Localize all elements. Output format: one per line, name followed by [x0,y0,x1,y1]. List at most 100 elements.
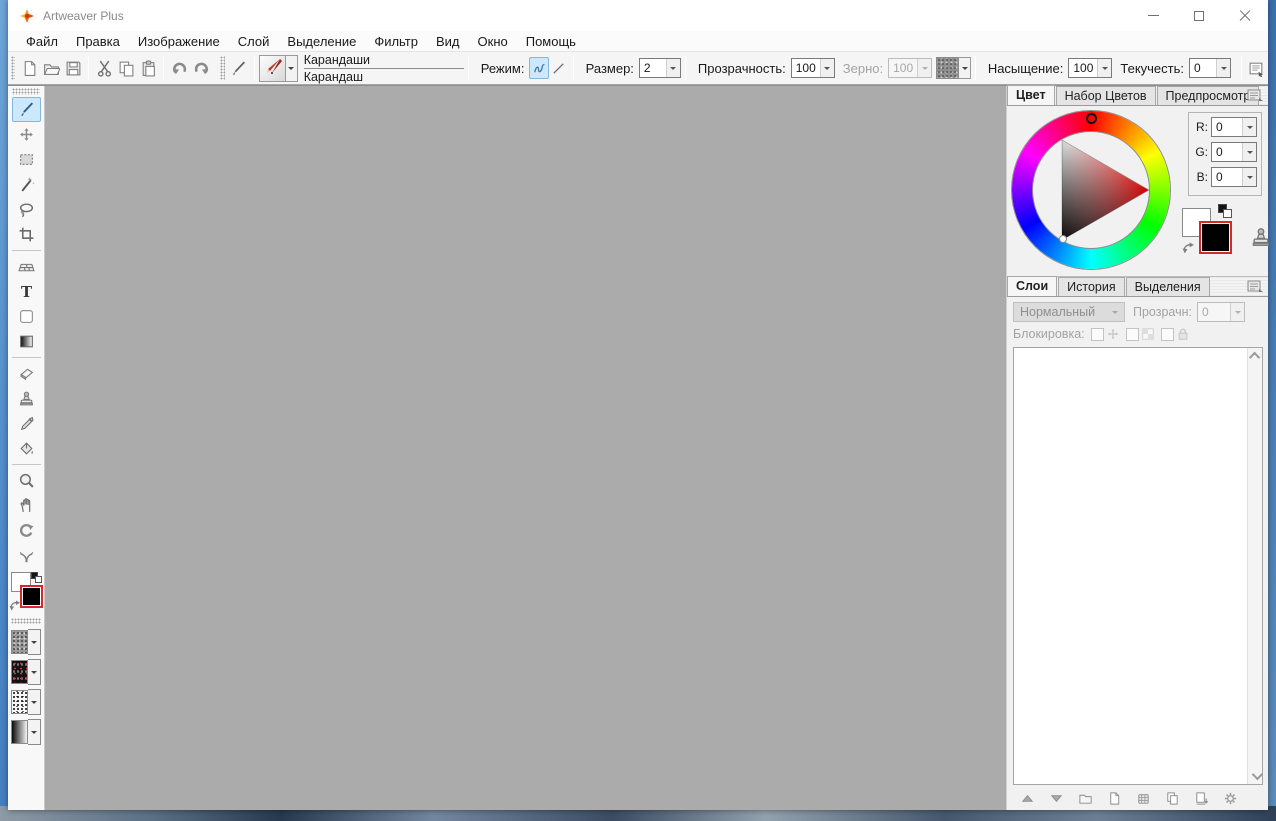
scroll-up-button[interactable] [1248,348,1263,364]
size-value[interactable]: 2 [640,59,666,77]
menu-select[interactable]: Выделение [278,32,365,51]
menu-filter[interactable]: Фильтр [365,32,427,51]
b-combo[interactable]: 0 [1211,167,1257,187]
saturation-combo[interactable]: 100 [1068,58,1112,78]
copy-button[interactable] [115,56,137,81]
saturation-value[interactable]: 100 [1069,59,1097,77]
hue-cursor[interactable] [1086,113,1097,124]
clone-stamp-tool[interactable] [12,386,41,411]
opacity-combo[interactable]: 100 [791,58,835,78]
opacity-value[interactable]: 100 [792,59,820,77]
r-dropdown-arrow[interactable] [1242,118,1256,136]
rotate-view-tool[interactable] [12,518,41,543]
menu-layer[interactable]: Слой [229,32,279,51]
pattern-dropdown-arrow[interactable] [28,659,41,685]
close-button[interactable] [1222,0,1268,31]
layers-list[interactable] [1013,347,1263,785]
layers-panel-menu-icon[interactable] [1247,280,1264,293]
flow-dropdown-arrow[interactable] [1216,59,1230,77]
g-dropdown-arrow[interactable] [1242,143,1256,161]
menu-file[interactable]: Файл [17,32,67,51]
spray-dropdown-arrow[interactable] [28,689,41,715]
swap-colors-icon[interactable] [1182,242,1195,255]
scroll-down-button[interactable] [1248,768,1263,784]
minimize-button[interactable] [1130,0,1176,31]
color-panel-menu-icon[interactable] [1247,89,1264,102]
pattern-preview[interactable] [11,660,28,684]
layer-move-down-button[interactable] [1046,789,1066,807]
zoom-tool[interactable] [12,468,41,493]
canvas-area[interactable] [45,86,1006,810]
menu-edit[interactable]: Правка [67,32,129,51]
opacity-dropdown-arrow[interactable] [820,59,834,77]
maximize-button[interactable] [1176,0,1222,31]
spray-preview[interactable] [11,690,28,714]
brush-tool[interactable] [12,97,41,122]
foreground-color-swatch[interactable] [20,585,43,608]
tab-history[interactable]: История [1058,277,1124,296]
flow-value[interactable]: 0 [1190,59,1216,77]
magic-wand-tool[interactable] [12,172,41,197]
g-combo[interactable]: 0 [1211,142,1257,162]
gradient-dropdown-arrow[interactable] [28,719,41,745]
menu-window[interactable]: Окно [469,32,517,51]
brush-category-label[interactable]: Карандаши [304,53,464,69]
default-colors-icon[interactable] [31,572,42,583]
flow-combo[interactable]: 0 [1189,58,1231,78]
foreground-color-swatch[interactable] [1199,221,1232,254]
layers-scrollbar[interactable] [1247,348,1262,784]
sv-triangle[interactable] [1033,132,1149,248]
text-tool[interactable]: T [12,279,41,304]
gradient-preview[interactable] [11,720,28,744]
grain-texture-dropdown[interactable] [959,57,971,79]
gradient-tool[interactable] [12,329,41,354]
undo-button[interactable] [168,56,190,81]
layer-move-up-button[interactable] [1017,789,1037,807]
sv-cursor[interactable] [1059,235,1067,243]
menu-help[interactable]: Помощь [517,32,585,51]
brush-selector-labels[interactable]: Карандаши Карандаш [304,53,464,84]
size-dropdown-arrow[interactable] [666,59,680,77]
menu-view[interactable]: Вид [427,32,469,51]
eyedropper-tool[interactable] [12,411,41,436]
saturation-dropdown-arrow[interactable] [1097,59,1111,77]
brush-preview[interactable] [259,55,287,82]
default-colors-icon[interactable] [1218,204,1232,218]
tab-color[interactable]: Цвет [1007,85,1055,105]
grain-texture-preview[interactable] [936,57,959,79]
brush-tool-indicator[interactable] [228,56,250,81]
b-value[interactable]: 0 [1212,168,1238,186]
open-button[interactable] [40,56,62,81]
crop-tool[interactable] [12,222,41,247]
new-document-button[interactable] [18,56,40,81]
new-group-button[interactable] [1075,789,1095,807]
toolbar-grip[interactable] [11,56,15,80]
hand-tool[interactable] [12,493,41,518]
brush-palette-button[interactable] [1246,56,1268,81]
redo-button[interactable] [190,56,212,81]
paste-button[interactable] [137,56,159,81]
cut-button[interactable] [93,56,115,81]
swap-colors-icon[interactable] [9,600,21,612]
merge-down-button[interactable] [1191,789,1211,807]
texture-dropdown-arrow[interactable] [28,629,41,655]
new-layer-button[interactable] [1104,789,1124,807]
tab-preview[interactable]: Предпросмотр [1157,86,1260,105]
freehand-mode-button[interactable] [529,57,549,79]
lasso-tool[interactable] [12,197,41,222]
layer-settings-button[interactable] [1220,789,1240,807]
tab-swatches[interactable]: Набор Цветов [1056,86,1156,105]
g-value[interactable]: 0 [1212,143,1238,161]
eraser-tool[interactable] [12,361,41,386]
save-button[interactable] [62,56,84,81]
tab-selections[interactable]: Выделения [1126,277,1210,296]
rect-select-tool[interactable] [12,147,41,172]
brush-name-label[interactable]: Карандаш [304,69,464,84]
duplicate-layer-button[interactable] [1162,789,1182,807]
r-value[interactable]: 0 [1212,118,1238,136]
shape-tool[interactable] [12,304,41,329]
r-combo[interactable]: 0 [1211,117,1257,137]
texture-preview[interactable] [11,630,28,654]
size-combo[interactable]: 2 [639,58,681,78]
tab-layers[interactable]: Слои [1007,276,1057,296]
